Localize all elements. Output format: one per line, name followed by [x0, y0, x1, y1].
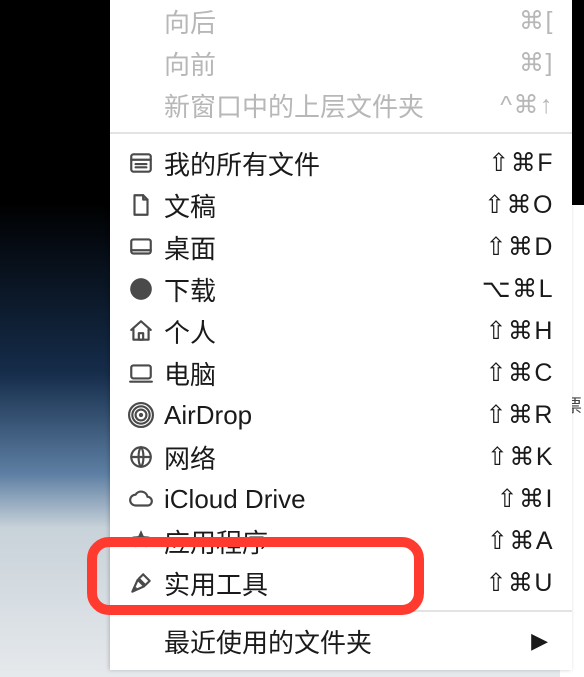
menu-shortcut: ⇧⌘R: [485, 400, 554, 430]
menu-label: 我的所有文件: [162, 145, 320, 182]
menu-item-parent-new-window: 新窗口中的上层文件夹 ^⌘↑: [110, 84, 572, 126]
home-icon: [128, 318, 162, 344]
menu-label: AirDrop: [162, 400, 252, 431]
menu-label: 电脑: [162, 355, 216, 392]
menu-shortcut: ⇧⌘K: [487, 442, 554, 472]
menu-item-airdrop[interactable]: AirDrop ⇧⌘R: [110, 394, 572, 436]
finder-go-menu: 向后 ⌘[ 向前 ⌘] 新窗口中的上层文件夹 ^⌘↑ 我的所有文件 ⇧⌘F 文稿…: [110, 0, 572, 670]
menu-label: 应用程序: [162, 523, 268, 560]
menu-label: 新窗口中的上层文件夹: [162, 87, 424, 124]
computer-icon: [128, 360, 162, 386]
apps-icon: [128, 528, 162, 554]
menu-separator: [110, 610, 572, 612]
menu-item-icloud-drive[interactable]: iCloud Drive ⇧⌘I: [110, 478, 572, 520]
menu-shortcut: ⇧⌘U: [485, 568, 554, 598]
menu-shortcut: ⇧⌘C: [485, 358, 554, 388]
menu-item-applications[interactable]: 应用程序 ⇧⌘A: [110, 520, 572, 562]
menu-label: 文稿: [162, 187, 216, 224]
all-files-icon: [128, 150, 162, 176]
menu-shortcut: ⌘[: [519, 6, 554, 36]
menu-label: 最近使用的文件夹: [162, 623, 372, 660]
menu-item-computer[interactable]: 电脑 ⇧⌘C: [110, 352, 572, 394]
menu-shortcut: ⇧⌘H: [485, 316, 554, 346]
document-icon: [128, 192, 162, 218]
menu-item-home[interactable]: 个人 ⇧⌘H: [110, 310, 572, 352]
menu-item-documents[interactable]: 文稿 ⇧⌘O: [110, 184, 572, 226]
menu-label: 网络: [162, 439, 216, 476]
menu-shortcut: ⇧⌘F: [488, 148, 554, 178]
menu-label: 向后: [162, 3, 216, 40]
utilities-icon: [128, 570, 162, 596]
submenu-arrow-icon: ▶: [531, 628, 554, 654]
network-icon: [128, 444, 162, 470]
menu-item-recent-folders[interactable]: 最近使用的文件夹 ▶: [110, 620, 572, 662]
menu-item-all-my-files[interactable]: 我的所有文件 ⇧⌘F: [110, 142, 572, 184]
menu-item-desktop[interactable]: 桌面 ⇧⌘D: [110, 226, 572, 268]
menu-label: 向前: [162, 45, 216, 82]
menu-label: 个人: [162, 313, 216, 350]
airdrop-icon: [128, 402, 162, 428]
menu-item-back: 向后 ⌘[: [110, 0, 572, 42]
menu-label: 下载: [162, 271, 216, 308]
menu-shortcut: ^⌘↑: [500, 90, 554, 120]
menu-shortcut: ⇧⌘I: [497, 484, 554, 514]
menu-item-network[interactable]: 网络 ⇧⌘K: [110, 436, 572, 478]
menu-item-utilities[interactable]: 实用工具 ⇧⌘U: [110, 562, 572, 604]
menu-shortcut: ⇧⌘D: [485, 232, 554, 262]
menu-shortcut: ⌘]: [519, 48, 554, 78]
download-icon: [128, 276, 162, 302]
menu-separator: [110, 132, 572, 134]
menu-label: 实用工具: [162, 565, 268, 602]
menu-label: iCloud Drive: [162, 484, 306, 515]
menu-label: 桌面: [162, 229, 216, 266]
desktop-icon: [128, 234, 162, 260]
menu-shortcut: ⇧⌘A: [487, 526, 554, 556]
menu-shortcut: ⇧⌘O: [484, 190, 554, 220]
menu-item-downloads[interactable]: 下载 ⌥⌘L: [110, 268, 572, 310]
menu-item-forward: 向前 ⌘]: [110, 42, 572, 84]
menu-shortcut: ⌥⌘L: [482, 274, 554, 304]
cloud-icon: [128, 486, 162, 512]
